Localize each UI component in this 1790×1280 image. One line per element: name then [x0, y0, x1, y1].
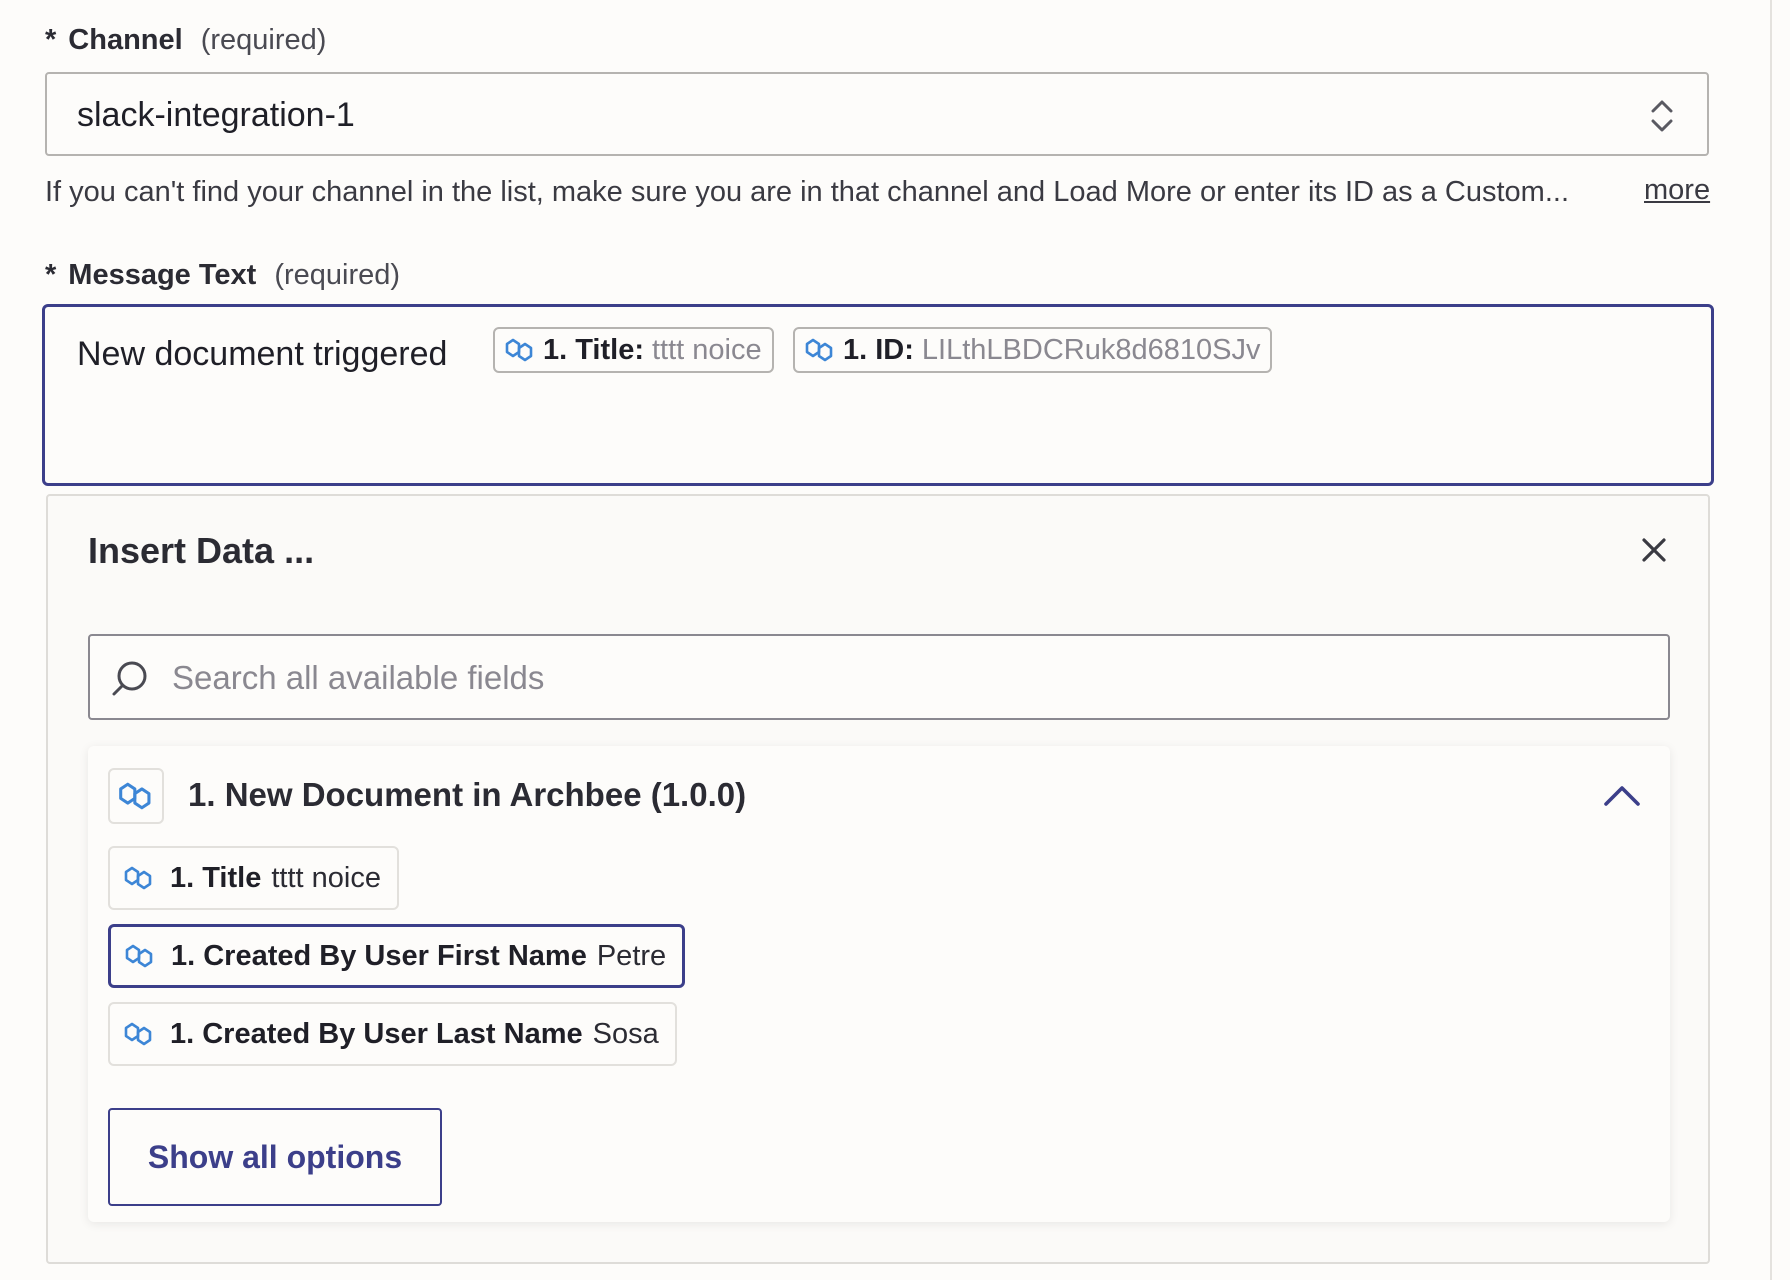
chevron-up-icon[interactable]	[1602, 782, 1642, 808]
insert-data-panel: Insert Data ... 1. New Document in Archb…	[46, 494, 1710, 1264]
option-value: tttt noice	[271, 861, 381, 894]
search-icon	[112, 661, 147, 696]
archbee-hex-icon	[124, 866, 152, 890]
channel-label-text: Channel	[68, 24, 183, 56]
channel-select-value: slack-integration-1	[77, 96, 355, 134]
option-key: 1. Created By User First Name	[171, 939, 587, 972]
group-app-icon	[108, 768, 164, 824]
close-icon[interactable]	[1638, 534, 1670, 566]
required-hint: (required)	[200, 24, 327, 56]
message-static-text: New document triggered	[77, 335, 448, 373]
insert-data-title: Insert Data ...	[88, 530, 315, 571]
inserted-field-pill-id[interactable]: 1. ID: LILthLBDCRuk8d6810SJv	[793, 327, 1273, 373]
option-value: Sosa	[592, 1017, 659, 1050]
data-source-group: 1. New Document in Archbee (1.0.0) 1. Ti…	[88, 746, 1670, 1222]
required-hint: (required)	[274, 259, 401, 291]
option-key: 1. Created By User Last Name	[170, 1017, 583, 1050]
field-option-last-name[interactable]: 1. Created By User Last Name Sosa	[108, 1002, 677, 1066]
channel-label: * Channel (required)	[45, 24, 326, 57]
pill-key: 1. ID:	[843, 333, 914, 366]
required-star: *	[45, 24, 57, 56]
field-search	[88, 634, 1670, 720]
archbee-hex-icon	[119, 782, 151, 810]
pill-key: 1. Title:	[543, 333, 644, 366]
group-title[interactable]: 1. New Document in Archbee (1.0.0)	[188, 776, 746, 814]
channel-select[interactable]: slack-integration-1	[45, 72, 1709, 156]
zap-step-editor: * Channel (required) slack-integration-1 I…	[0, 0, 1790, 1280]
search-input[interactable]	[170, 646, 1654, 710]
message-label-text: Message Text	[68, 259, 257, 291]
inserted-field-pill-title[interactable]: 1. Title: tttt noice	[493, 327, 774, 373]
archbee-hex-icon	[805, 338, 833, 362]
pill-value: tttt noice	[652, 333, 762, 366]
pill-value: LILthLBDCRuk8d6810SJv	[921, 333, 1261, 366]
field-option-first-name[interactable]: 1. Created By User First Name Petre	[108, 924, 686, 988]
up-down-chevron-icon	[1651, 100, 1673, 132]
message-text-editor[interactable]: New document triggered 1. Title: tttt no…	[42, 304, 1714, 486]
archbee-hex-icon	[505, 338, 533, 362]
archbee-hex-icon	[124, 1022, 152, 1046]
option-value: Petre	[596, 939, 667, 972]
panel-divider	[1770, 0, 1772, 1280]
option-key: 1. Title	[170, 861, 262, 894]
field-option-title[interactable]: 1. Title tttt noice	[108, 846, 399, 910]
more-link[interactable]: more	[1644, 174, 1710, 207]
required-star: *	[45, 259, 57, 291]
message-label: * Message Text (required)	[45, 259, 400, 292]
show-all-options-button[interactable]: Show all options	[108, 1108, 442, 1206]
archbee-hex-icon	[125, 944, 153, 968]
channel-helper-text: If you can't find your channel in the li…	[45, 176, 1570, 208]
